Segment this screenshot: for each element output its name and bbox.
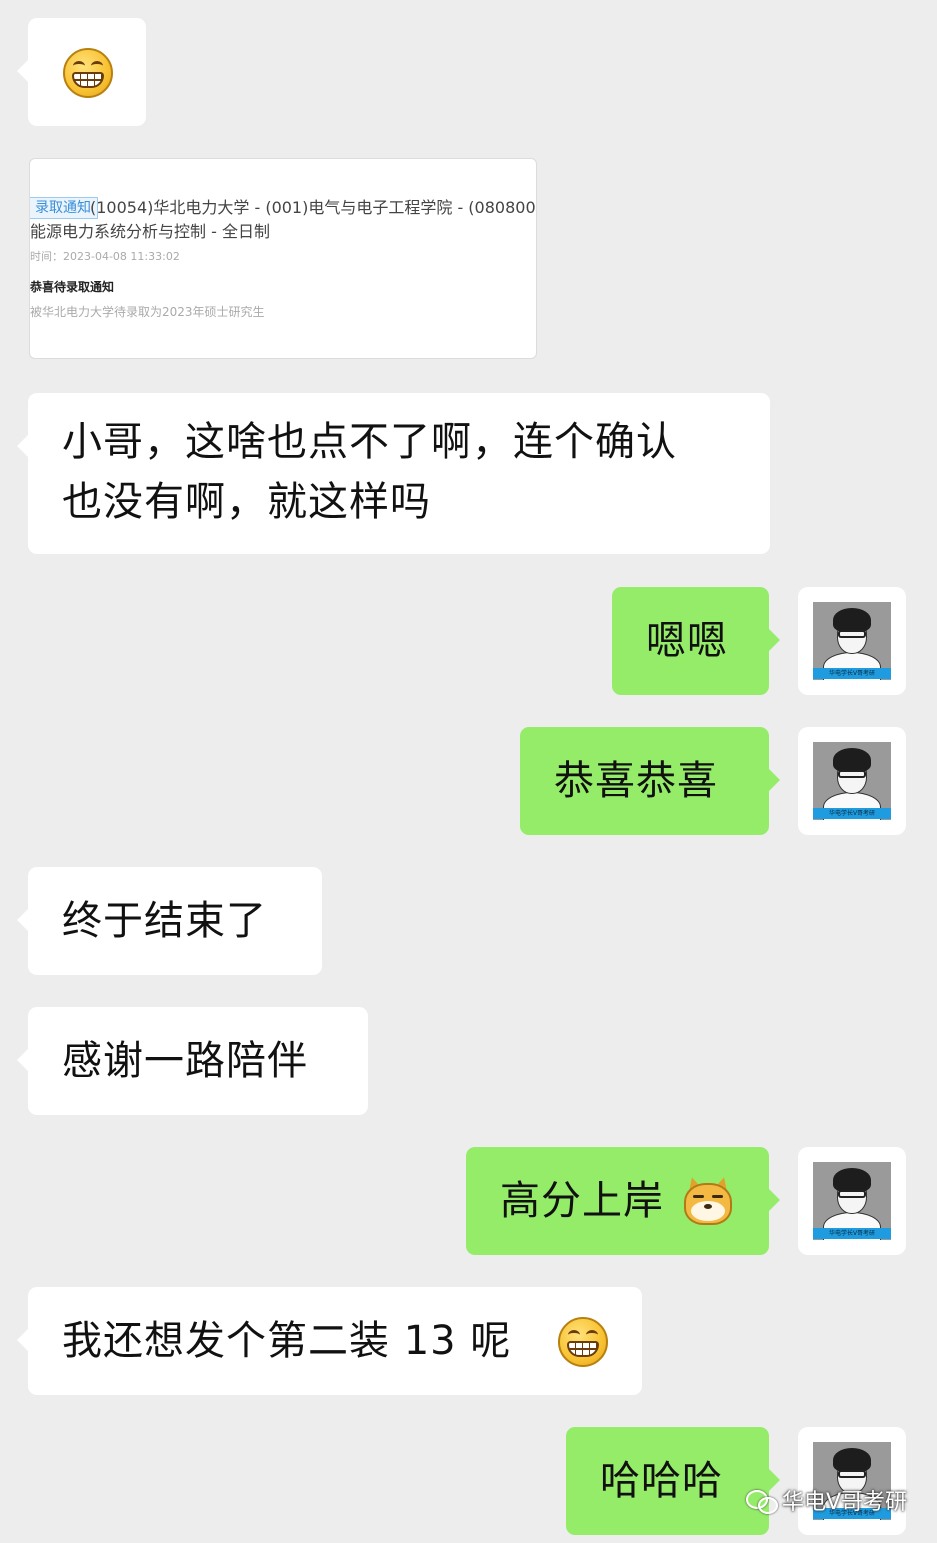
grinning-face-icon [558, 1317, 608, 1367]
message-bubble-incoming[interactable]: 感谢一路陪伴 [17, 1007, 368, 1115]
doge-icon [682, 1175, 734, 1225]
notice-program-line2: 能源电力系统分析与控制 - 全日制 [30, 222, 270, 241]
message-text: 哈哈哈 [600, 1458, 723, 1504]
notice-time: 时间：2023-04-08 11:33:02 [30, 250, 180, 263]
avatar-caption: 华电学长V哥考研 [813, 1228, 891, 1239]
message-text: 感谢一路陪伴 [62, 1038, 308, 1084]
grinning-face-icon [63, 48, 113, 98]
wechat-icon [745, 1490, 778, 1514]
avatar[interactable]: 华电学长V哥考研 [798, 587, 906, 695]
message-text: 也没有啊，就这样吗 [62, 479, 431, 525]
avatar-caption: 华电学长V哥考研 [813, 808, 891, 819]
notice-tag: 录取通知 [30, 197, 98, 219]
message-bubble-incoming[interactable]: 我还想发个第二装 13 呢 [17, 1287, 642, 1395]
message-text: 嗯嗯 [646, 618, 728, 664]
message-text: 终于结束了 [62, 898, 267, 944]
message-bubble-emoji[interactable] [17, 18, 146, 126]
avatar[interactable]: 华电学长V哥考研 [798, 727, 906, 835]
watermark-text: 华电V哥考研 [781, 1490, 907, 1515]
message-text: 我还想发个第二装 13 呢 [62, 1318, 512, 1364]
message-text: 小哥，这啥也点不了啊，连个确认 [62, 419, 677, 465]
message-bubble-incoming[interactable]: 小哥，这啥也点不了啊，连个确认 也没有啊，就这样吗 [17, 393, 770, 554]
message-bubble-outgoing[interactable]: 嗯嗯 [612, 587, 780, 695]
avatar-caption: 华电学长V哥考研 [813, 668, 891, 679]
notice-heading: 恭喜待录取通知 [30, 280, 115, 294]
admission-notice-image[interactable]: 录取通知 (10054)华北电力大学 - (001)电气与电子工程学院 - (0… [29, 158, 537, 359]
notice-program-line1: (10054)华北电力大学 - (001)电气与电子工程学院 - (080800… [90, 198, 537, 217]
message-bubble-outgoing[interactable]: 哈哈哈 [566, 1427, 780, 1535]
message-text: 高分上岸 [500, 1178, 664, 1224]
message-bubble-outgoing[interactable]: 恭喜恭喜 [520, 727, 780, 835]
message-text: 恭喜恭喜 [554, 758, 718, 804]
avatar[interactable]: 华电学长V哥考研 [798, 1147, 906, 1255]
message-bubble-outgoing[interactable]: 高分上岸 [466, 1147, 780, 1255]
watermark: 华电V哥考研 [745, 1486, 907, 1520]
notice-body: 被华北电力大学待录取为2023年硕士研究生 [30, 305, 265, 319]
message-bubble-incoming[interactable]: 终于结束了 [17, 867, 322, 975]
